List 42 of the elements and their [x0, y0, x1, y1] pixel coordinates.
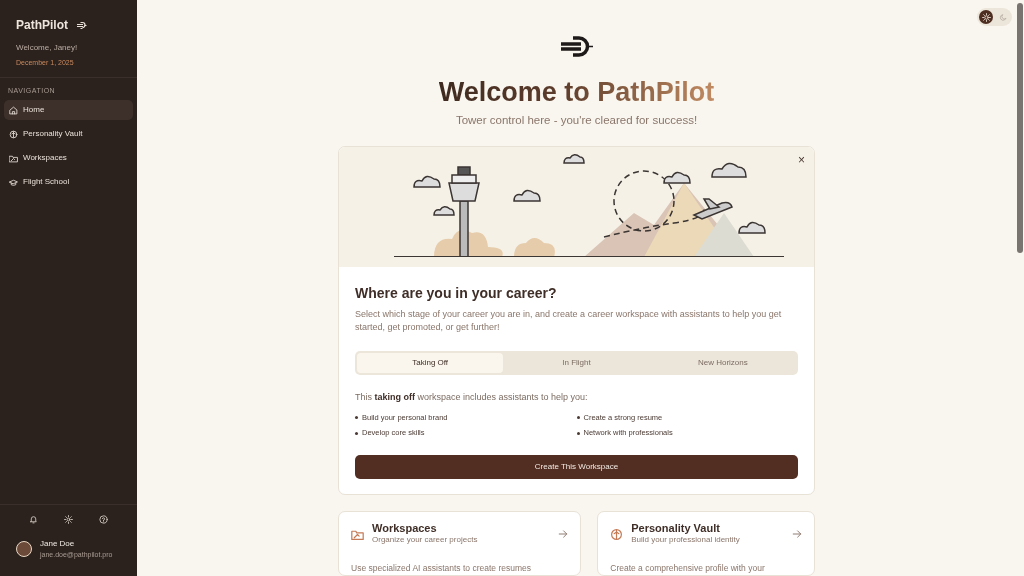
sun-icon: [981, 12, 991, 22]
logo-icon: [558, 34, 595, 60]
card-heading: Where are you in your career?: [355, 283, 558, 303]
scrollbar-thumb[interactable]: [1017, 3, 1023, 253]
user-name: Jane Doe: [40, 537, 76, 550]
feature-title: Personality Vault: [631, 522, 721, 535]
nav-item[interactable]: Flight School: [4, 172, 133, 192]
light-mode-button[interactable]: [979, 10, 993, 24]
bullet-dot: [355, 416, 358, 420]
settings-button[interactable]: [62, 512, 75, 526]
folder-icon: [9, 153, 18, 163]
brand-name: PathPilot: [16, 17, 68, 34]
close-button[interactable]: ×: [795, 151, 808, 168]
arrow-button[interactable]: [792, 529, 802, 540]
avatar: [16, 540, 32, 557]
feature-title: Workspaces: [372, 522, 438, 535]
help-button[interactable]: [97, 512, 110, 526]
welcome-text: Welcome, Janey!: [16, 42, 79, 54]
logo-icon: [76, 20, 87, 30]
bullet-dot: [576, 416, 580, 420]
stage-tab[interactable]: New Horizons: [649, 352, 796, 373]
nav-item[interactable]: Home: [4, 100, 133, 120]
arrow-button[interactable]: [558, 529, 569, 540]
stage-tab[interactable]: Taking Off: [357, 352, 504, 373]
bullet-dot: [576, 431, 580, 435]
feature-description: Use specialized AI assistants to create resumes: [351, 562, 532, 575]
workspace-intro: This taking off workspace includes assistants to help you:: [355, 390, 589, 404]
nav-item[interactable]: Workspaces: [4, 148, 133, 168]
bullet-dot: [355, 431, 358, 435]
create-workspace-button[interactable]: Create This Workspace: [355, 454, 798, 479]
feature-subtitle: Build your professional identity: [631, 534, 741, 547]
feature-description: Create a comprehensive profile with your: [610, 562, 766, 575]
stage-tab[interactable]: In Flight: [503, 352, 650, 373]
brain-icon: [9, 129, 18, 139]
page-subtitle: Tower control here - you're cleared for success!: [455, 113, 698, 129]
card-description: Select which stage of your career you are in, and create a career workspace with assistants to help you get started, get promoted, or get further!: [355, 307, 783, 335]
feature-subtitle: Organize your career projects: [372, 534, 479, 547]
nav-item[interactable]: Personality Vault: [4, 124, 133, 144]
moon-icon: [998, 12, 1008, 22]
home-icon: [9, 105, 18, 115]
brain-icon: [610, 527, 624, 541]
graduation-cap-icon: [9, 177, 18, 187]
